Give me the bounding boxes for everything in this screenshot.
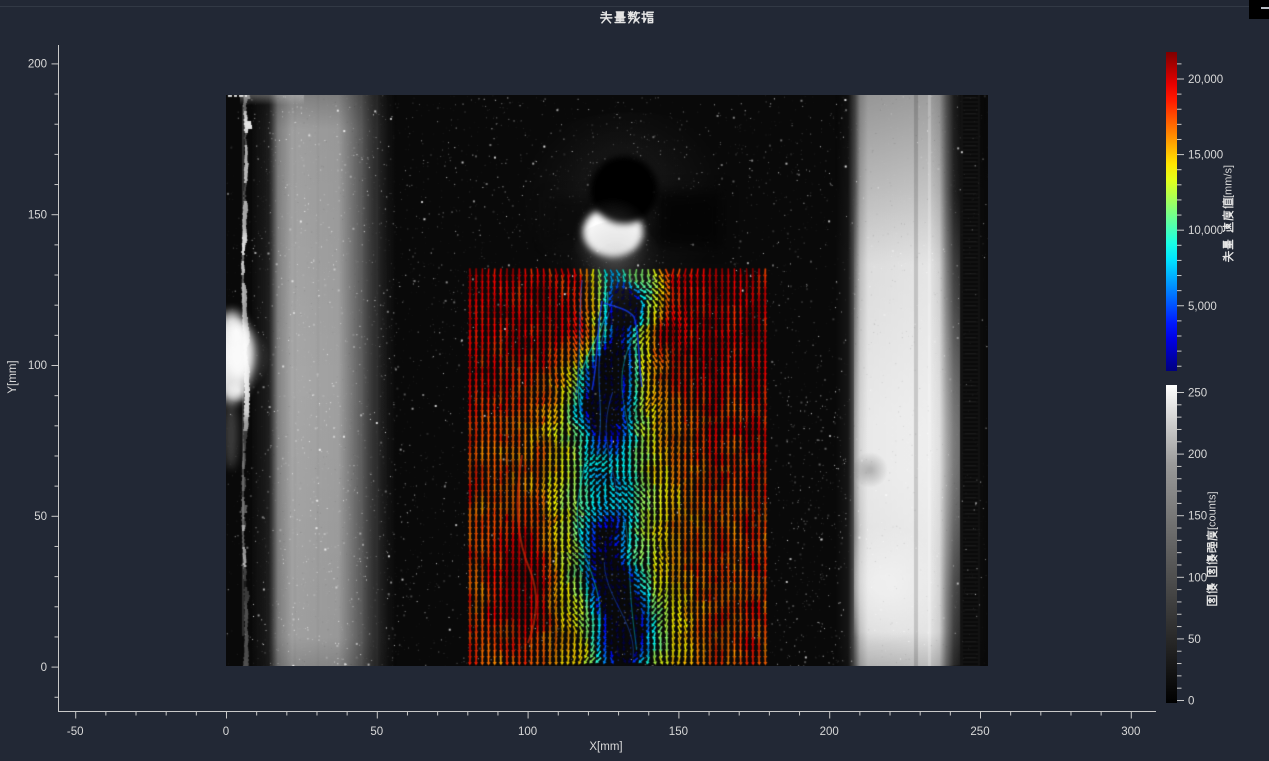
svg-text:100: 100 xyxy=(1188,572,1207,584)
svg-text:150: 150 xyxy=(669,726,688,738)
svg-text:150: 150 xyxy=(28,209,47,221)
svg-text:15,000: 15,000 xyxy=(1188,150,1223,162)
svg-text:20,000: 20,000 xyxy=(1188,74,1223,86)
svg-text:10,000: 10,000 xyxy=(1188,225,1223,237)
svg-text:150: 150 xyxy=(1188,511,1207,523)
svg-text:0: 0 xyxy=(1188,696,1194,708)
svg-text:100: 100 xyxy=(28,360,47,372)
svg-text:5,000: 5,000 xyxy=(1188,301,1217,313)
svg-text:Y[mm]: Y[mm] xyxy=(7,360,19,393)
svg-text:50: 50 xyxy=(1188,634,1201,646)
svg-text:0: 0 xyxy=(223,726,229,738)
svg-text:X[mm]: X[mm] xyxy=(589,741,622,753)
svg-text:-50: -50 xyxy=(67,726,84,738)
svg-text:[mm/s]: [mm/s] xyxy=(1223,165,1235,198)
svg-text:250: 250 xyxy=(970,726,989,738)
svg-text:200: 200 xyxy=(28,59,47,71)
svg-text:50: 50 xyxy=(370,726,383,738)
svg-text:50: 50 xyxy=(34,511,47,523)
svg-text:100: 100 xyxy=(518,726,537,738)
svg-text:250: 250 xyxy=(1188,388,1207,400)
svg-text:0: 0 xyxy=(41,662,47,674)
svg-text:200: 200 xyxy=(820,726,839,738)
svg-text:[counts]: [counts] xyxy=(1207,491,1219,530)
svg-text:300: 300 xyxy=(1121,726,1140,738)
svg-text:200: 200 xyxy=(1188,449,1207,461)
